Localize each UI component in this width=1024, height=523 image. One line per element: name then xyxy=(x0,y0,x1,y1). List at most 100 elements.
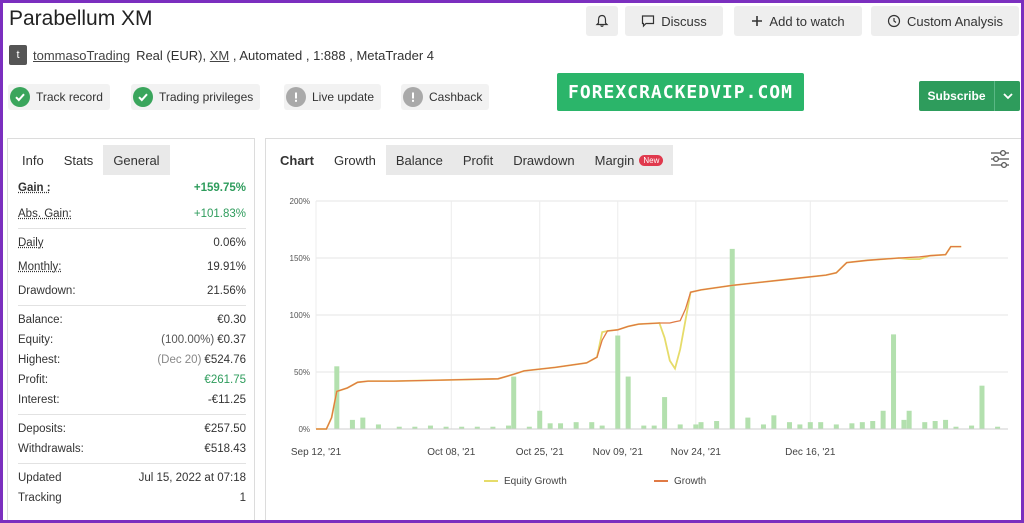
daily-bar xyxy=(558,423,564,429)
divider xyxy=(18,414,246,415)
daily-bar xyxy=(589,422,595,429)
tab-chart[interactable]: Chart xyxy=(270,145,324,175)
add-to-watch-button[interactable]: Add to watch xyxy=(734,6,862,36)
account-details: Real (EUR), XM , Automated , 1:888 , Met… xyxy=(136,48,434,63)
daily-bar xyxy=(375,424,381,429)
chevron-down-icon[interactable] xyxy=(994,81,1020,111)
tab-margin[interactable]: Margin New xyxy=(584,145,674,175)
account-meta: , Automated , 1:888 , MetaTrader 4 xyxy=(229,47,434,63)
daily-bar xyxy=(599,425,605,429)
badge-live-update[interactable]: Live update xyxy=(284,84,382,110)
stat-balance: Balance: €0.30 xyxy=(18,310,246,330)
stat-label: Balance: xyxy=(18,314,63,326)
daily-bar xyxy=(771,415,777,429)
stat-label[interactable]: Daily xyxy=(18,237,44,249)
stat-label[interactable]: Monthly: xyxy=(18,261,61,273)
daily-bar xyxy=(807,422,813,429)
notification-button[interactable] xyxy=(586,6,618,36)
highest-amount: €524.76 xyxy=(204,354,246,366)
daily-bar xyxy=(693,424,699,429)
avatar[interactable]: t xyxy=(9,45,27,65)
chart-settings-button[interactable] xyxy=(989,149,1011,172)
y-tick-label: 0% xyxy=(298,425,310,434)
daily-bar xyxy=(547,423,553,429)
tab-general[interactable]: General xyxy=(103,145,170,175)
stat-value: €518.43 xyxy=(204,443,246,455)
daily-bar xyxy=(360,417,366,429)
stat-tracking: Tracking 1 xyxy=(18,488,246,508)
discuss-button[interactable]: Discuss xyxy=(625,6,723,36)
account-info: t tommasoTrading Real (EUR), XM , Automa… xyxy=(9,45,434,65)
owner-link[interactable]: tommasoTrading xyxy=(33,48,130,63)
daily-bar xyxy=(729,248,735,429)
stat-daily: Daily 0.06% xyxy=(18,233,246,253)
stat-label[interactable]: Gain : xyxy=(18,182,51,194)
badge-label: Live update xyxy=(312,90,375,104)
daily-bar xyxy=(818,422,824,429)
x-tick-label: Nov 09, '21 xyxy=(593,447,644,458)
daily-bar xyxy=(625,376,631,429)
tab-info[interactable]: Info xyxy=(12,145,54,175)
daily-bar xyxy=(943,419,949,429)
daily-bar xyxy=(662,397,668,429)
legend-label: Growth xyxy=(674,476,706,487)
exclamation-icon xyxy=(286,87,306,107)
stat-profit: Profit: €261.75 xyxy=(18,370,246,390)
stat-value: €261.75 xyxy=(204,374,246,386)
watermark-banner: FOREXCRACKEDVIP.COM xyxy=(557,73,804,111)
daily-bar xyxy=(511,376,517,429)
stat-value: 21.56% xyxy=(206,285,246,297)
exclamation-icon xyxy=(403,87,423,107)
stat-label: Withdrawals: xyxy=(18,443,84,455)
stat-value: €257.50 xyxy=(204,423,246,435)
badge-trading-privileges[interactable]: Trading privileges xyxy=(131,84,261,110)
tab-profit[interactable]: Profit xyxy=(452,145,504,175)
broker-link[interactable]: XM xyxy=(210,48,230,63)
equity-amount: €0.37 xyxy=(217,334,246,346)
subscribe-button[interactable]: Subscribe xyxy=(919,81,1020,111)
custom-analysis-button[interactable]: Custom Analysis xyxy=(871,6,1019,36)
tab-drawdown[interactable]: Drawdown xyxy=(503,145,585,175)
badge-cashback[interactable]: Cashback xyxy=(401,84,490,110)
stat-deposits: Deposits: €257.50 xyxy=(18,419,246,439)
stat-label: Equity: xyxy=(18,334,54,346)
stat-updated: Updated Jul 15, 2022 at 07:18 xyxy=(18,468,246,488)
stat-label: Interest: xyxy=(18,394,60,406)
tab-balance[interactable]: Balance xyxy=(385,145,453,175)
daily-bar xyxy=(698,422,704,429)
subscribe-label: Subscribe xyxy=(927,89,986,103)
stat-monthly: Monthly: 19.91% xyxy=(18,257,246,277)
stat-withdrawals: Withdrawals: €518.43 xyxy=(18,439,246,459)
check-icon xyxy=(133,87,153,107)
stat-label[interactable]: Abs. Gain: xyxy=(18,208,72,220)
stat-label: Deposits: xyxy=(18,423,66,435)
stat-drawdown: Drawdown: 21.56% xyxy=(18,281,246,301)
x-tick-label: Nov 24, '21 xyxy=(671,447,722,458)
tab-stats[interactable]: Stats xyxy=(54,145,104,175)
daily-bar xyxy=(651,425,657,429)
chart-tabs: Chart Growth Balance Profit Drawdown Mar… xyxy=(266,139,1021,175)
highest-date: (Dec 20) xyxy=(157,354,202,366)
stat-value: 0.06% xyxy=(213,237,246,249)
stat-value: (100.00%) €0.37 xyxy=(161,334,246,346)
daily-bar xyxy=(427,425,433,429)
daily-bar xyxy=(615,335,621,429)
daily-bar xyxy=(870,421,876,429)
x-tick-label: Oct 25, '21 xyxy=(516,447,564,458)
equity-growth-line xyxy=(316,245,962,430)
stat-equity: Equity: (100.00%) €0.37 xyxy=(18,330,246,350)
account-type: Real (EUR), xyxy=(136,47,210,63)
daily-bar xyxy=(901,419,907,429)
y-tick-label: 50% xyxy=(294,368,310,377)
page-title: Parabellum XM xyxy=(9,7,153,30)
stat-value: (Dec 20) €524.76 xyxy=(157,354,246,366)
sliders-icon xyxy=(989,149,1011,172)
x-tick-label: Sep 12, '21 xyxy=(291,447,342,458)
tab-growth[interactable]: Growth xyxy=(323,145,386,175)
stat-gain: Gain : +159.75% xyxy=(18,178,246,198)
divider xyxy=(18,228,246,229)
growth-chart: 0% 50% 100% 150% 200% Sep 12, '21 Oct 08, '21 O… xyxy=(290,197,1008,487)
x-tick-label: Oct 08, '21 xyxy=(427,447,475,458)
badge-track-record[interactable]: Track record xyxy=(8,84,110,110)
daily-bar xyxy=(760,424,766,429)
